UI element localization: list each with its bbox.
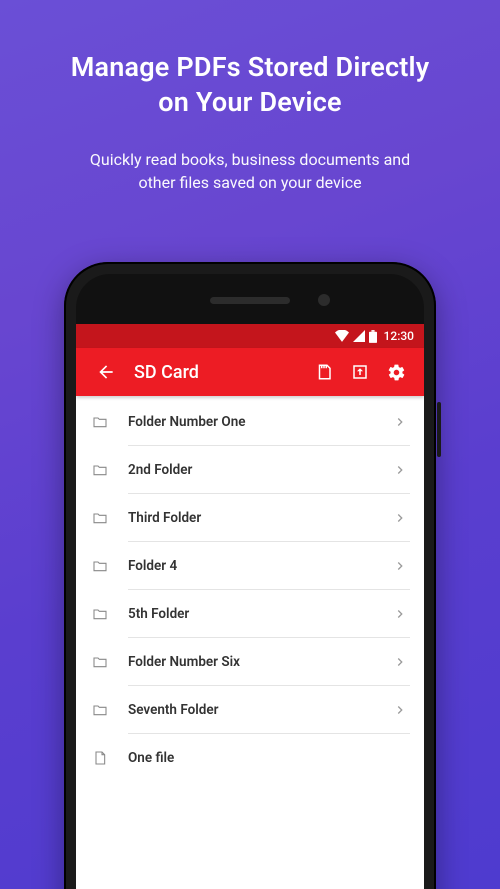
list-row[interactable]: Folder Number One	[76, 398, 424, 446]
chevron-right-icon	[390, 415, 410, 429]
list-row[interactable]: 5th Folder	[76, 590, 424, 638]
promo-page: Manage PDFs Stored Directly on Your Devi…	[0, 0, 500, 889]
promo-headline: Manage PDFs Stored Directly on Your Devi…	[0, 0, 500, 120]
promo-subhead: Quickly read books, business documents a…	[0, 120, 500, 194]
list-row[interactable]: 2nd Folder	[76, 446, 424, 494]
promo-headline-line1: Manage PDFs Stored Directly	[71, 51, 430, 83]
folder-icon	[92, 606, 128, 622]
list-item-label: 5th Folder	[128, 606, 390, 622]
list-row[interactable]: Folder Number Six	[76, 638, 424, 686]
battery-icon	[369, 330, 377, 343]
folder-icon	[92, 462, 128, 478]
list-item-label: Folder Number Six	[128, 654, 390, 670]
list-item-label: Third Folder	[128, 510, 390, 526]
file-icon	[92, 750, 128, 766]
folder-icon	[92, 414, 128, 430]
phone-camera	[318, 294, 330, 306]
sd-card-button[interactable]	[306, 354, 342, 390]
folder-icon	[92, 558, 128, 574]
list-row[interactable]: One file	[76, 734, 424, 782]
folder-icon	[92, 654, 128, 670]
list-item-label: Folder Number One	[128, 414, 390, 430]
list-row[interactable]: Folder 4	[76, 542, 424, 590]
chevron-right-icon	[390, 559, 410, 573]
list-item-label: Folder 4	[128, 558, 390, 574]
phone-mockup: 12:30 SD Card	[64, 262, 436, 889]
chevron-right-icon	[390, 463, 410, 477]
settings-button[interactable]	[378, 354, 414, 390]
list-row[interactable]: Seventh Folder	[76, 686, 424, 734]
status-time: 12:30	[384, 329, 414, 343]
chevron-right-icon	[390, 655, 410, 669]
promo-subhead-line1: Quickly read books, business documents a…	[90, 150, 410, 169]
list-item-label: 2nd Folder	[128, 462, 390, 478]
folder-icon	[92, 510, 128, 526]
file-list: Folder Number One 2nd Folder Third Folder F…	[76, 396, 424, 782]
status-bar: 12:30	[76, 324, 424, 348]
phone-screen: 12:30 SD Card	[76, 324, 424, 889]
promo-subhead-line2: other files saved on your device	[138, 173, 361, 192]
folder-icon	[92, 702, 128, 718]
app-bar: SD Card	[76, 348, 424, 396]
list-item-label: Seventh Folder	[128, 702, 390, 718]
upload-button[interactable]	[342, 354, 378, 390]
phone-bezel: 12:30 SD Card	[76, 274, 424, 889]
chevron-right-icon	[390, 703, 410, 717]
phone-speaker	[210, 297, 290, 304]
appbar-title: SD Card	[124, 362, 306, 383]
promo-headline-line2: on Your Device	[158, 86, 341, 118]
chevron-right-icon	[390, 607, 410, 621]
chevron-right-icon	[390, 511, 410, 525]
back-button[interactable]	[88, 354, 124, 390]
list-row[interactable]: Third Folder	[76, 494, 424, 542]
wifi-icon	[335, 330, 349, 342]
cell-signal-icon	[353, 330, 365, 342]
list-item-label: One file	[128, 750, 410, 766]
